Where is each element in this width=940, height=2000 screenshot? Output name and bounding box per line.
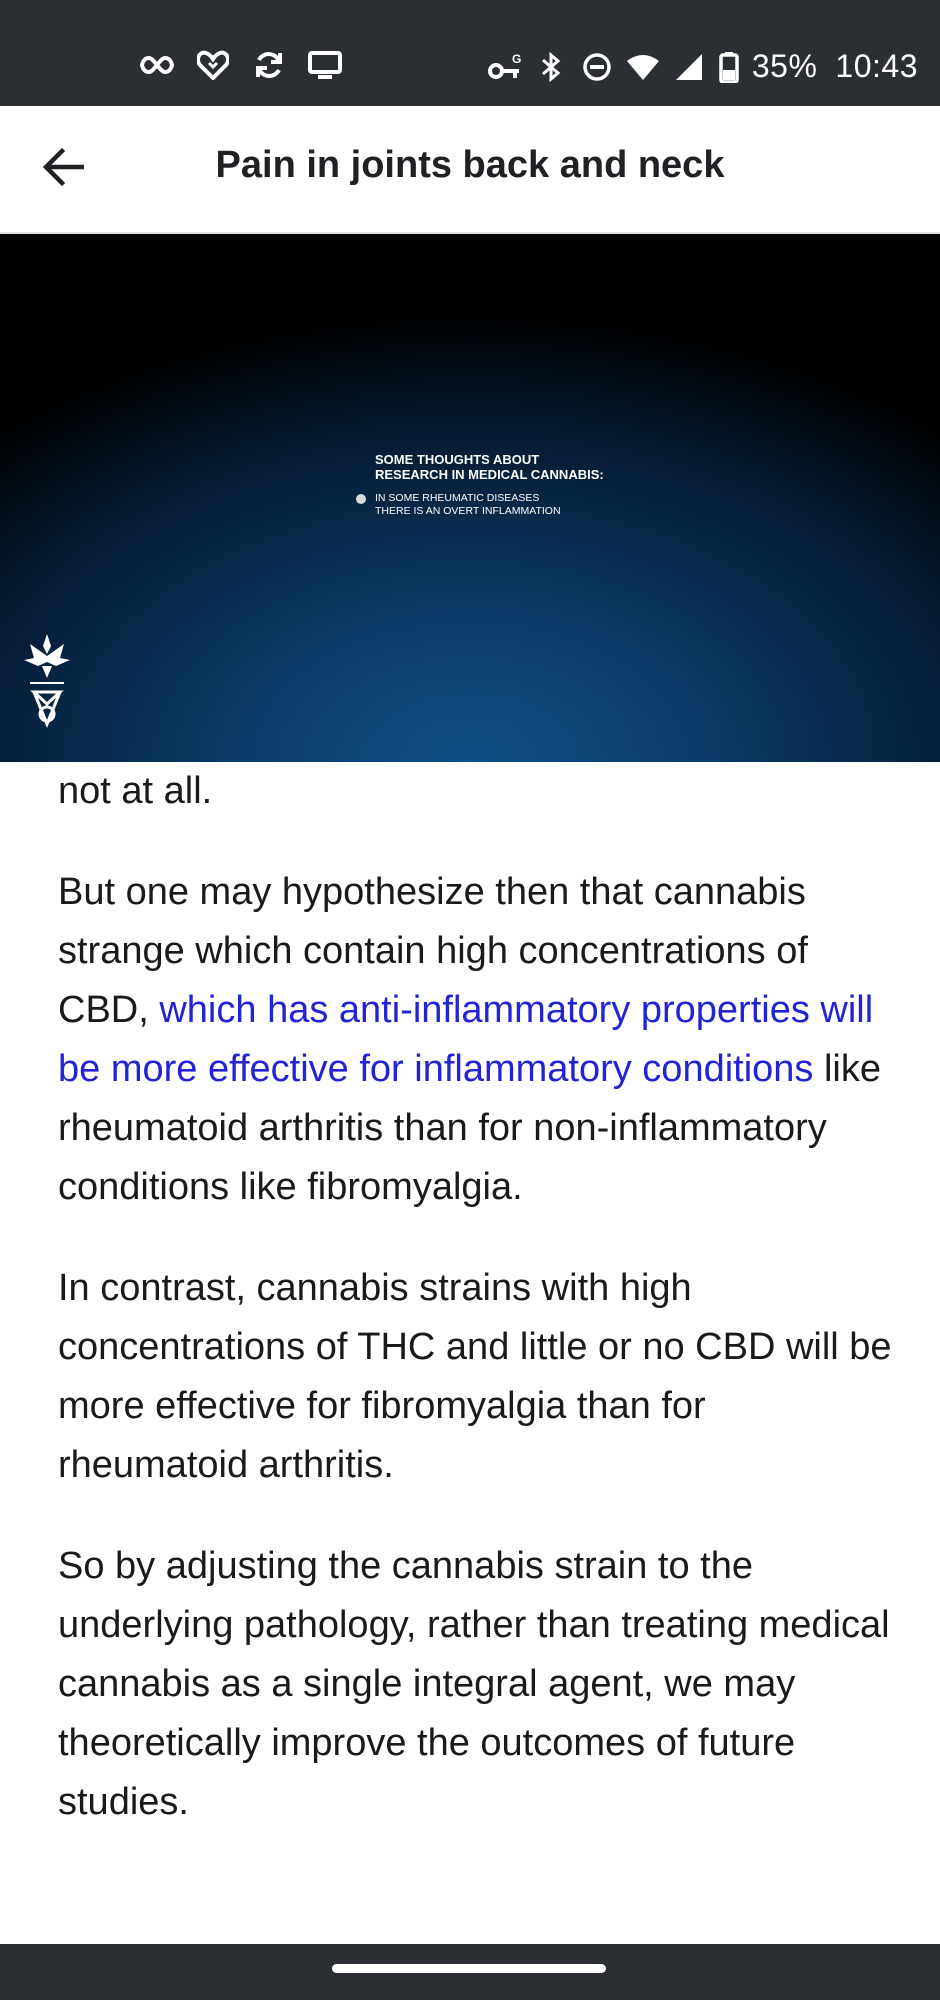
heart-icon — [196, 48, 230, 82]
article-body: not at all. But one may hypothesize then… — [58, 762, 898, 1874]
paragraph-1: not at all. — [58, 770, 213, 812]
highlighted-caption-segment[interactable]: which has anti-inflammatory properties w… — [58, 989, 873, 1090]
vpn-key-icon: G — [487, 50, 522, 84]
slide-content: SOME THOUGHTS ABOUT RESEARCH IN MEDICAL … — [356, 452, 604, 518]
wifi-icon — [626, 50, 660, 84]
slide-heading: SOME THOUGHTS ABOUT RESEARCH IN MEDICAL … — [375, 452, 604, 482]
app-bar: Pain in joints back and neck — [0, 106, 940, 234]
sync-icon — [252, 48, 286, 82]
university-emblem-icon — [22, 632, 72, 728]
status-left-icons — [140, 48, 342, 82]
slide-bullet: IN SOME RHEUMATIC DISEASES THERE IS AN O… — [356, 492, 604, 518]
paragraph-2: But one may hypothesize then that cannab… — [58, 863, 898, 1217]
slide-bullet-line2: THERE IS AN OVERT INFLAMMATION — [375, 505, 561, 517]
navigation-bar — [0, 1944, 940, 2000]
video-player[interactable]: SOME THOUGHTS ABOUT RESEARCH IN MEDICAL … — [0, 234, 940, 762]
bluetooth-icon — [534, 50, 568, 84]
slide-bullet-line1: IN SOME RHEUMATIC DISEASES — [375, 492, 540, 504]
bullet-dot-icon — [356, 494, 366, 504]
page-title: Pain in joints back and neck — [215, 144, 725, 186]
status-right-icons: G 35% 10:43 — [487, 48, 918, 85]
slide-heading-line2: RESEARCH IN MEDICAL CANNABIS: — [375, 467, 604, 482]
home-indicator[interactable] — [332, 1964, 606, 1973]
paragraph-4: So by adjusting the cannabis strain to t… — [58, 1545, 890, 1823]
signal-icon — [672, 50, 706, 84]
status-bar: G 35% 10:43 — [0, 0, 940, 106]
infinity-icon — [140, 48, 174, 82]
do-not-disturb-icon — [580, 50, 614, 84]
svg-text:G: G — [512, 52, 521, 66]
slide-heading-line1: SOME THOUGHTS ABOUT — [375, 452, 540, 467]
clock: 10:43 — [835, 48, 918, 84]
paragraph-3: In contrast, cannabis strains with high … — [58, 1267, 892, 1486]
cast-screen-icon — [308, 48, 342, 82]
battery-percent: 35% — [751, 48, 818, 84]
battery-icon — [718, 50, 740, 84]
